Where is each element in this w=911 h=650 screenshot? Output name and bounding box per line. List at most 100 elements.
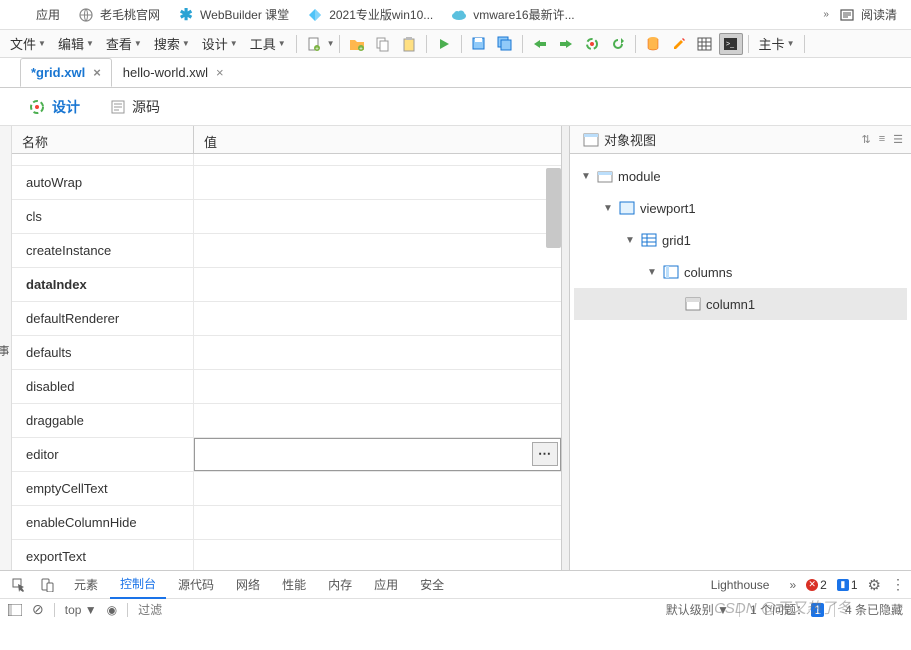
property-row[interactable]: editor⋯ [12,438,561,472]
property-value[interactable] [194,302,561,335]
tree-tool-icon[interactable]: ☰ [893,133,903,146]
grid-button[interactable] [693,33,717,55]
tree-node[interactable]: column1 [574,288,907,320]
property-value[interactable] [194,506,561,539]
chevron-right-icon[interactable]: » [789,578,796,592]
bookmark-item[interactable]: vmware16最新许... [443,2,582,27]
error-badge[interactable]: ✕2 [806,578,827,592]
console-button[interactable]: >_ [719,33,743,55]
new-file-button[interactable]: + [302,33,326,55]
expand-icon[interactable]: ▼ [580,171,592,182]
file-tab[interactable]: hello-world.xwl × [112,58,235,87]
open-folder-button[interactable]: + [345,33,369,55]
property-row[interactable]: createInstance [12,234,561,268]
menu-view[interactable]: 查看▼ [100,30,148,57]
bookmark-item[interactable]: ✱ WebBuilder 课堂 [170,2,297,27]
apps-button[interactable]: 应用 [6,2,68,27]
property-row[interactable]: emptyCellText [12,472,561,506]
dt-tab-sources[interactable]: 源代码 [168,571,224,598]
bookmark-item[interactable]: 老毛桃官网 [70,2,168,27]
main-card-menu[interactable]: 主卡▼ [753,30,801,57]
hidden-count[interactable]: 4 条已隐藏 [845,601,903,618]
close-icon[interactable]: × [216,65,224,80]
splitter[interactable] [562,126,570,570]
property-row[interactable]: enableColumnHide [12,506,561,540]
forward-button[interactable] [554,33,578,55]
dt-tab-network[interactable]: 网络 [226,571,270,598]
tree-node[interactable]: ▼grid1 [574,224,907,256]
menu-design[interactable]: 设计▼ [196,30,244,57]
copy-button[interactable] [371,33,395,55]
message-badge[interactable]: ▮1 [837,578,858,592]
ellipsis-button[interactable]: ⋯ [532,442,558,466]
property-value[interactable] [194,404,561,437]
run-button[interactable] [432,33,456,55]
dt-tab-performance[interactable]: 性能 [272,571,316,598]
property-value[interactable] [194,154,561,165]
tab-source[interactable]: 源码 [108,93,162,121]
dt-tab-security[interactable]: 安全 [410,571,454,598]
property-row[interactable]: defaultRenderer [12,302,561,336]
menu-edit[interactable]: 编辑▼ [52,30,100,57]
kebab-icon[interactable]: ⋮ [891,576,905,593]
property-row[interactable]: defaults [12,336,561,370]
filter-input[interactable] [138,603,198,617]
property-row[interactable]: dataIndex [12,268,561,302]
save-all-button[interactable] [493,33,517,55]
bookmark-item[interactable]: 2021专业版win10... [299,2,441,27]
clear-icon[interactable]: ⊘ [32,601,44,618]
property-value[interactable] [194,166,561,199]
edit-button[interactable] [667,33,691,55]
reader-button[interactable]: 阅读清 [831,2,905,27]
property-row[interactable]: draggable [12,404,561,438]
inspect-icon[interactable] [7,574,31,596]
dt-tab-console[interactable]: 控制台 [110,570,166,599]
property-value[interactable] [194,336,561,369]
tree-node[interactable]: ▼viewport1 [574,192,907,224]
left-gutter[interactable]: 事件 [0,126,12,570]
property-body[interactable]: altTextautoWrapclscreateInstancedataInde… [12,154,561,570]
refresh-button[interactable] [606,33,630,55]
property-row[interactable]: altText [12,154,561,166]
col-value-header[interactable]: 值 [194,126,561,153]
eye-icon[interactable]: ◉ [107,603,117,617]
tree-body[interactable]: ▼module▼viewport1▼grid1▼columnscolumn1 [570,154,911,570]
tree-tool-icon[interactable]: ⇅ [861,133,870,146]
property-value[interactable] [194,472,561,505]
file-tab[interactable]: *grid.xwl × [20,58,112,87]
dt-tab-lighthouse[interactable]: Lighthouse [701,573,780,597]
expand-icon[interactable]: ▼ [624,235,636,246]
tree-node[interactable]: ▼columns [574,256,907,288]
dt-tab-memory[interactable]: 内存 [318,571,362,598]
tab-design[interactable]: 设计 [26,93,82,121]
property-row[interactable]: autoWrap [12,166,561,200]
issues-indicator[interactable]: 1 个问题： 1 [750,601,824,618]
col-name-header[interactable]: 名称 [12,126,194,153]
expand-icon[interactable]: ▼ [602,203,614,214]
property-row[interactable]: exportText [12,540,561,570]
menu-file[interactable]: 文件▼ [4,30,52,57]
level-selector[interactable]: 默认级别 ▼ [666,601,729,618]
menu-search[interactable]: 搜索▼ [148,30,196,57]
db-button[interactable] [641,33,665,55]
close-icon[interactable]: × [93,65,101,80]
expand-icon[interactable]: ▼ [646,267,658,278]
paste-button[interactable] [397,33,421,55]
sidebar-toggle-icon[interactable] [8,604,22,616]
dt-tab-application[interactable]: 应用 [364,571,408,598]
gear-icon[interactable]: ⚙ [868,576,881,594]
property-value[interactable] [194,200,561,233]
tree-tool-icon[interactable]: ≡ [879,133,885,146]
tree-node[interactable]: ▼module [574,160,907,192]
property-row[interactable]: disabled [12,370,561,404]
chevron-right-icon[interactable]: » [823,9,829,20]
property-value[interactable] [194,268,561,301]
menu-tools[interactable]: 工具▼ [244,30,292,57]
property-value[interactable]: ⋯ [194,438,561,471]
property-value[interactable] [194,540,561,570]
back-button[interactable] [528,33,552,55]
save-button[interactable] [467,33,491,55]
dt-tab-elements[interactable]: 元素 [64,571,108,598]
property-row[interactable]: cls [12,200,561,234]
device-icon[interactable] [35,574,59,596]
